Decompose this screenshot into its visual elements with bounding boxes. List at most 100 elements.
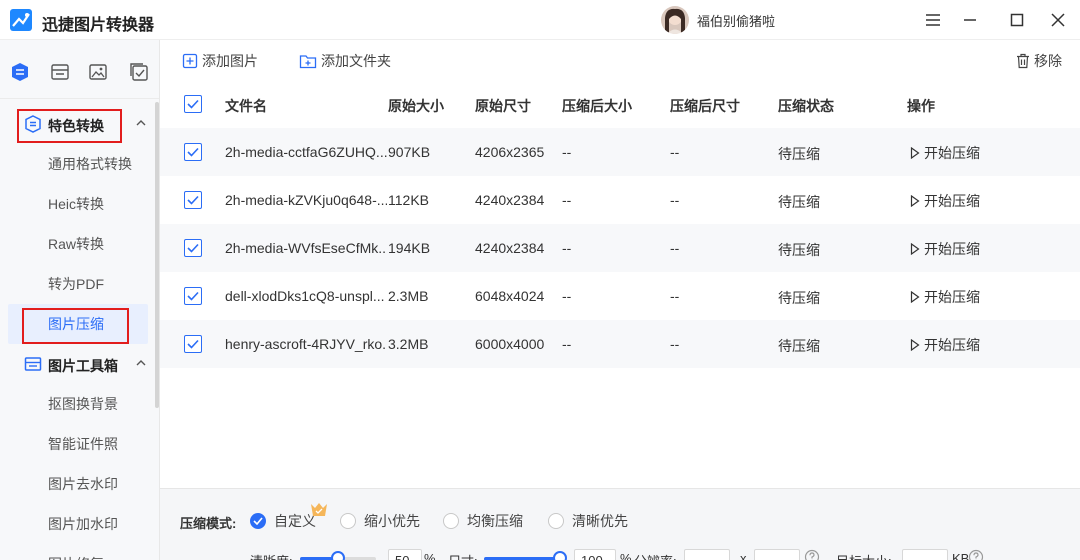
minimize-button[interactable] xyxy=(958,8,982,32)
sidebar-item-raw[interactable]: Raw转换 xyxy=(8,224,148,264)
sidebar-item-id-photo[interactable]: 智能证件照 xyxy=(8,424,148,464)
file-name: dell-xlodDks1cQ8-unspl... xyxy=(225,288,385,304)
user-name[interactable]: 福伯别偷猪啦 xyxy=(697,11,775,30)
remove-label: 移除 xyxy=(1034,53,1062,69)
vip-crown-icon xyxy=(311,503,327,516)
resolution-height-input[interactable] xyxy=(754,549,800,560)
batch-icon xyxy=(130,63,148,81)
resolution-width-input[interactable] xyxy=(684,549,730,560)
chevron-up-icon[interactable] xyxy=(134,356,148,370)
compressed-size: -- xyxy=(562,288,572,304)
table-row[interactable]: dell-xlodDks1cQ8-unspl... 2.3MB 6048x402… xyxy=(160,272,1080,320)
radio-empty-icon xyxy=(443,513,459,529)
group-label: 特色转换 xyxy=(48,118,104,134)
row-checkbox[interactable] xyxy=(184,287,202,305)
mode-custom-radio[interactable]: 自定义 xyxy=(250,511,316,531)
check-icon xyxy=(187,195,199,205)
start-compress-label: 开始压缩 xyxy=(924,145,980,161)
clarity-slider-knob[interactable] xyxy=(331,551,345,560)
column-header-original-size: 原始大小 xyxy=(388,98,444,114)
sidebar-item-heic[interactable]: Heic转换 xyxy=(8,184,148,224)
start-compress-button[interactable]: 开始压缩 xyxy=(910,239,980,259)
sidebar-item-to-pdf[interactable]: 转为PDF xyxy=(8,264,148,304)
compress-settings-panel: 压缩模式: 自定义 缩小优先 均衡压缩 清晰优先 清晰度: 50 % 尺寸: xyxy=(160,488,1080,560)
row-checkbox[interactable] xyxy=(184,239,202,257)
help-icon[interactable] xyxy=(804,549,820,560)
special-convert-icon xyxy=(25,115,41,133)
mode-balanced-radio[interactable]: 均衡压缩 xyxy=(443,511,523,531)
target-size-input[interactable] xyxy=(902,549,948,560)
column-header-action: 操作 xyxy=(907,98,935,114)
tab-convert[interactable] xyxy=(2,54,38,90)
chevron-up-icon[interactable] xyxy=(134,116,148,130)
sidebar-item-cutout[interactable]: 抠图换背景 xyxy=(8,384,148,424)
sidebar-item-remove-watermark[interactable]: 图片去水印 xyxy=(8,464,148,504)
mode-balanced-label: 均衡压缩 xyxy=(467,513,523,529)
mode-shrink-radio[interactable]: 缩小优先 xyxy=(340,511,420,531)
minimize-icon xyxy=(964,19,976,21)
mode-clarity-label: 清晰优先 xyxy=(572,513,628,529)
select-all-checkbox[interactable] xyxy=(184,95,202,113)
help-icon[interactable] xyxy=(968,549,984,560)
avatar-icon xyxy=(661,6,689,34)
compressed-dims: -- xyxy=(670,192,680,208)
menu-button[interactable] xyxy=(921,8,945,32)
start-compress-label: 开始压缩 xyxy=(924,289,980,305)
status: 待压缩 xyxy=(778,338,820,354)
remove-button[interactable]: 移除 xyxy=(1016,51,1062,71)
mode-clarity-radio[interactable]: 清晰优先 xyxy=(548,511,628,531)
start-compress-button[interactable]: 开始压缩 xyxy=(910,335,980,355)
group-toolbox[interactable]: 图片工具箱 xyxy=(0,344,159,384)
clarity-unit: % xyxy=(424,551,436,560)
compress-mode-label: 压缩模式: xyxy=(180,516,237,531)
add-folder-button[interactable]: 添加文件夹 xyxy=(299,51,391,71)
column-header-status: 压缩状态 xyxy=(778,98,834,114)
table-row[interactable]: henry-ascroft-4RJYV_rko... 3.2MB 6000x40… xyxy=(160,320,1080,368)
compressed-size: -- xyxy=(562,240,572,256)
row-checkbox[interactable] xyxy=(184,143,202,161)
sidebar-item-general-convert[interactable]: 通用格式转换 xyxy=(8,144,148,184)
mode-shrink-label: 缩小优先 xyxy=(364,513,420,529)
toolbox-icon xyxy=(51,64,69,80)
tab-image-edit[interactable] xyxy=(80,54,116,90)
avatar[interactable] xyxy=(661,6,689,34)
check-icon xyxy=(187,243,199,253)
tab-batch[interactable] xyxy=(121,54,157,90)
resolution-separator: x xyxy=(740,551,747,560)
radio-selected-icon xyxy=(250,513,266,529)
play-icon xyxy=(910,291,920,303)
sidebar-item-repair[interactable]: 图片修复 xyxy=(8,544,148,560)
compressed-size: -- xyxy=(562,192,572,208)
close-button[interactable] xyxy=(1046,8,1070,32)
app-logo-icon xyxy=(10,9,32,31)
add-folder-label: 添加文件夹 xyxy=(321,53,391,69)
user-profile[interactable]: 福伯别偷猪啦 xyxy=(661,6,775,34)
start-compress-button[interactable]: 开始压缩 xyxy=(910,287,980,307)
sidebar-scrollbar[interactable] xyxy=(155,102,159,408)
start-compress-button[interactable]: 开始压缩 xyxy=(910,143,980,163)
sidebar-item-compress[interactable]: 图片压缩 xyxy=(8,304,148,344)
table-row[interactable]: 2h-media-kZVKju0q648-... 112KB 4240x2384… xyxy=(160,176,1080,224)
tab-toolbox[interactable] xyxy=(42,54,78,90)
start-compress-button[interactable]: 开始压缩 xyxy=(910,191,980,211)
group-special-convert[interactable]: 特色转换 xyxy=(0,104,159,144)
play-icon xyxy=(910,243,920,255)
column-header-compressed-size: 压缩后大小 xyxy=(562,98,632,114)
check-icon xyxy=(187,291,199,301)
add-file-icon xyxy=(182,53,198,69)
row-checkbox[interactable] xyxy=(184,191,202,209)
clarity-label: 清晰度: xyxy=(250,551,293,560)
size-slider-knob[interactable] xyxy=(553,551,567,560)
sidebar-item-add-watermark[interactable]: 图片加水印 xyxy=(8,504,148,544)
row-checkbox[interactable] xyxy=(184,335,202,353)
size-value-input[interactable]: 100 xyxy=(574,549,616,560)
add-image-button[interactable]: 添加图片 xyxy=(182,51,258,71)
table-row[interactable]: 2h-media-cctfaG6ZUHQ... 907KB 4206x2365 … xyxy=(160,128,1080,176)
table-row[interactable]: 2h-media-WVfsEseCfMk... 194KB 4240x2384 … xyxy=(160,224,1080,272)
status: 待压缩 xyxy=(778,146,820,162)
compressed-dims: -- xyxy=(670,288,680,304)
app-title: 迅捷图片转换器 xyxy=(42,17,155,34)
maximize-button[interactable] xyxy=(1005,8,1029,32)
clarity-value-input[interactable]: 50 xyxy=(388,549,422,560)
play-icon xyxy=(910,147,920,159)
